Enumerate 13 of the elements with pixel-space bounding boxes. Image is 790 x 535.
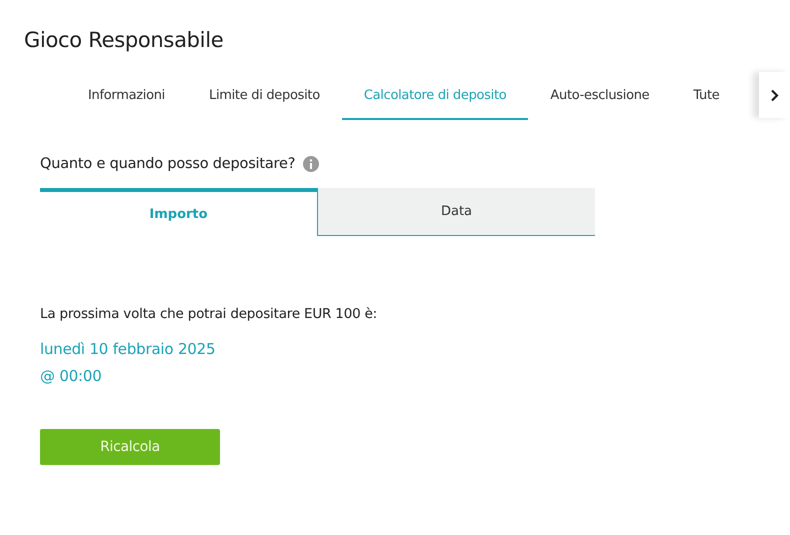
page-title: Gioco Responsabile [23,27,224,54]
nav-tab[interactable]: Informazioni [66,72,187,120]
result-time: @ 00:00 [40,367,103,385]
mode-tab[interactable]: Data [317,188,595,236]
info-icon[interactable] [303,156,320,172]
scroll-right-button[interactable] [759,72,790,118]
nav-tab[interactable]: Auto-esclusione [528,72,672,120]
chevron-right-icon [770,88,779,102]
question-text: Quanto e quando posso depositare? [40,156,296,172]
nav-tab[interactable]: Limite di deposito [187,72,342,120]
result-message: La prossima volta che potrai depositare EUR 100 è: [40,306,378,322]
result-date: lunedì 10 febbraio 2025 [40,340,216,358]
nav-tab[interactable]: Tute [671,72,720,120]
